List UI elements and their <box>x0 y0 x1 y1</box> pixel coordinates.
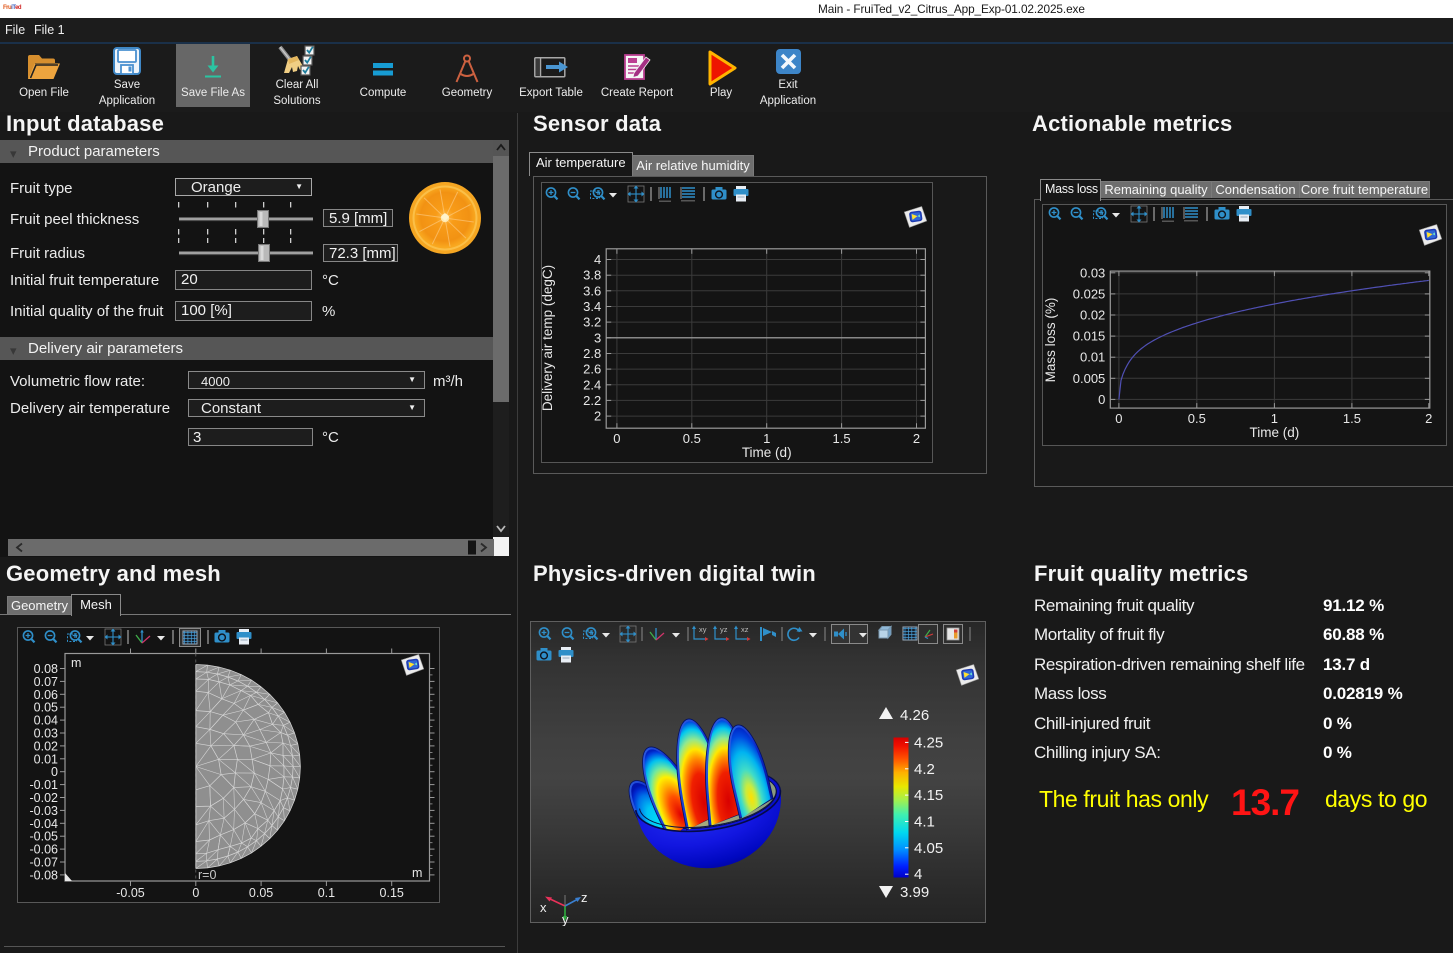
svg-text:3.6: 3.6 <box>583 283 601 298</box>
svg-text:Mass loss (%): Mass loss (%) <box>1043 298 1058 383</box>
svg-text:3.8: 3.8 <box>583 268 601 283</box>
svg-text:3.4: 3.4 <box>583 299 601 314</box>
svg-text:Delivery air temp (degC): Delivery air temp (degC) <box>540 265 555 411</box>
svg-text:0.07: 0.07 <box>34 675 58 689</box>
svg-text:3: 3 <box>594 330 601 345</box>
svg-text:1: 1 <box>763 431 770 446</box>
svg-text:4.1: 4.1 <box>914 814 935 831</box>
svg-text:4.25: 4.25 <box>914 734 943 751</box>
svg-text:0.05: 0.05 <box>249 886 273 900</box>
svg-text:0: 0 <box>613 431 620 446</box>
svg-text:0.5: 0.5 <box>1188 411 1206 426</box>
svg-text:0.1: 0.1 <box>318 886 335 900</box>
svg-text:m: m <box>412 866 422 880</box>
svg-text:4.05: 4.05 <box>914 840 943 857</box>
svg-text:yz: yz <box>720 625 728 634</box>
svg-text:0.015: 0.015 <box>1073 329 1106 344</box>
svg-text:0.02: 0.02 <box>1080 308 1105 323</box>
svg-text:1.5: 1.5 <box>1343 411 1361 426</box>
svg-text:-0.05: -0.05 <box>30 830 59 844</box>
svg-text:0.08: 0.08 <box>34 662 58 676</box>
svg-text:xy: xy <box>699 625 707 634</box>
svg-text:0.04: 0.04 <box>34 714 58 728</box>
svg-text:-0.02: -0.02 <box>30 791 59 805</box>
svg-text:0.03: 0.03 <box>34 727 58 741</box>
svg-text:m: m <box>71 656 81 670</box>
svg-text:0.005: 0.005 <box>1073 371 1106 386</box>
svg-text:2.8: 2.8 <box>583 346 601 361</box>
svg-text:3.2: 3.2 <box>583 315 601 330</box>
svg-text:-0.03: -0.03 <box>30 804 59 818</box>
svg-text:-0.08: -0.08 <box>30 868 59 882</box>
svg-text:z: z <box>581 890 588 905</box>
svg-text:0.025: 0.025 <box>1073 286 1106 301</box>
svg-text:-0.01: -0.01 <box>30 778 59 792</box>
svg-text:0.5: 0.5 <box>683 431 701 446</box>
svg-text:0.02: 0.02 <box>34 739 58 753</box>
svg-text:-0.04: -0.04 <box>30 817 59 831</box>
svg-text:xz: xz <box>741 625 749 634</box>
svg-text:4: 4 <box>914 866 922 883</box>
svg-text:Time (d): Time (d) <box>1250 425 1300 440</box>
svg-text:-0.07: -0.07 <box>30 856 59 870</box>
svg-text:0: 0 <box>192 886 199 900</box>
svg-text:2: 2 <box>913 431 920 446</box>
svg-text:x: x <box>540 900 547 915</box>
svg-text:2: 2 <box>1425 411 1432 426</box>
svg-text:2.4: 2.4 <box>583 377 601 392</box>
svg-text:Time (d): Time (d) <box>742 445 792 460</box>
svg-text:1.5: 1.5 <box>833 431 851 446</box>
svg-text:0.01: 0.01 <box>1080 350 1105 365</box>
svg-text:0: 0 <box>1115 411 1122 426</box>
svg-text:4.15: 4.15 <box>914 787 943 804</box>
svg-text:0.01: 0.01 <box>34 752 58 766</box>
svg-text:3.99: 3.99 <box>900 884 929 901</box>
svg-text:-0.05: -0.05 <box>116 886 145 900</box>
svg-text:2.6: 2.6 <box>583 362 601 377</box>
svg-text:0.03: 0.03 <box>1080 265 1105 280</box>
svg-text:0.06: 0.06 <box>34 688 58 702</box>
svg-text:-0.06: -0.06 <box>30 843 59 857</box>
svg-text:r=0: r=0 <box>198 868 216 882</box>
svg-text:4: 4 <box>594 252 601 267</box>
svg-text:0: 0 <box>1098 392 1105 407</box>
svg-text:0: 0 <box>51 765 58 779</box>
svg-text:0.15: 0.15 <box>380 886 404 900</box>
svg-text:2: 2 <box>594 409 601 424</box>
svg-text:1: 1 <box>1271 411 1278 426</box>
svg-text:4.26: 4.26 <box>900 707 929 724</box>
svg-text:0.05: 0.05 <box>34 701 58 715</box>
svg-text:4.2: 4.2 <box>914 761 935 778</box>
svg-text:2.2: 2.2 <box>583 393 601 408</box>
svg-text:y: y <box>562 912 569 926</box>
